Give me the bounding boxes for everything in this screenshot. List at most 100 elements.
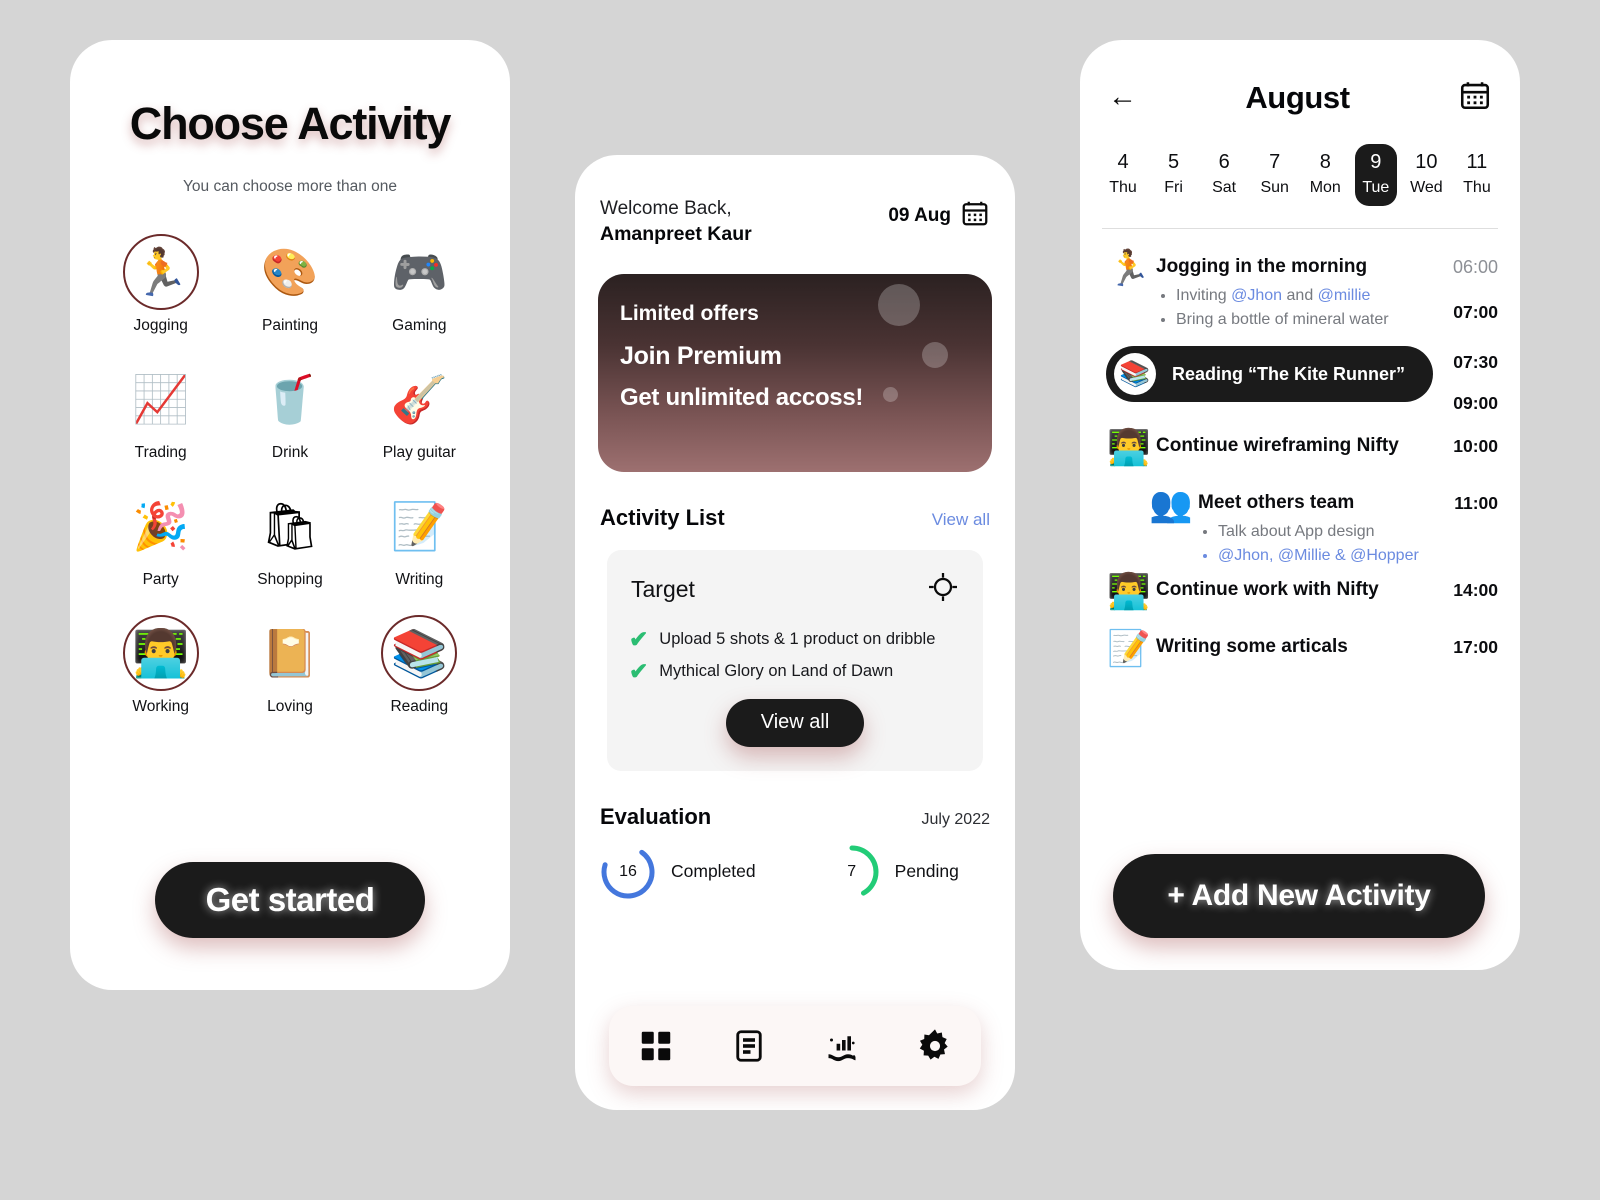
target-item-text: Mythical Glory on Land of Dawn bbox=[659, 661, 894, 680]
jogging-icon: 🏃 bbox=[122, 234, 199, 310]
bottom-navigation-bar bbox=[609, 1006, 981, 1086]
back-arrow-icon[interactable]: ← bbox=[1108, 83, 1137, 112]
schedule-item-title: Meet others team bbox=[1198, 492, 1355, 513]
schedule-detail-line: @Jhon, @Millie & @Hopper bbox=[1218, 544, 1436, 568]
activity-option-drink[interactable]: 🥤 Drink bbox=[225, 361, 354, 462]
date-cell-7[interactable]: 7 Sun bbox=[1254, 144, 1296, 206]
target-item: ✔ Upload 5 shots & 1 product on dribble bbox=[629, 627, 961, 651]
date-display[interactable]: 09 Aug bbox=[888, 195, 990, 233]
date-cell-10[interactable]: 10 Wed bbox=[1405, 144, 1447, 206]
activity-option-gaming[interactable]: 🎮 Gaming bbox=[355, 234, 484, 335]
date-cell-4[interactable]: 4 Thu bbox=[1102, 144, 1144, 206]
activity-option-label: Loving bbox=[267, 698, 313, 715]
gear-icon[interactable] bbox=[912, 1023, 958, 1069]
activity-option-working[interactable]: 👨‍💻 Working bbox=[96, 615, 225, 716]
schedule-item-details: Inviting @Jhon and @millieBring a bottle… bbox=[1156, 284, 1436, 332]
play-guitar-icon: 🎸 bbox=[390, 373, 448, 425]
page-title: Choose Activity bbox=[129, 98, 452, 149]
target-item-text: Upload 5 shots & 1 product on dribble bbox=[659, 629, 936, 648]
activity-option-label: Drink bbox=[271, 444, 309, 461]
activity-list-view-all-link[interactable]: View all bbox=[932, 510, 990, 530]
activity-option-label: Gaming bbox=[392, 317, 447, 334]
date-number: 4 bbox=[1117, 151, 1129, 173]
get-started-button[interactable]: Get started bbox=[155, 862, 425, 938]
weekday-name: Sun bbox=[1260, 179, 1289, 196]
date-number: 9 bbox=[1370, 151, 1382, 173]
date-number: 7 bbox=[1269, 151, 1281, 173]
schedule-item-title: Continue wireframing Nifty bbox=[1156, 435, 1399, 456]
home-header: Welcome Back, Amanpreet Kaur 09 Aug bbox=[600, 195, 990, 246]
activity-option-jogging[interactable]: 🏃 Jogging bbox=[96, 234, 225, 335]
weekday-name: Fri bbox=[1164, 179, 1183, 196]
schedule-item[interactable]: 📝 Writing some articals 17:00 bbox=[1102, 631, 1498, 666]
date-cell-6[interactable]: 6 Sat bbox=[1203, 144, 1245, 206]
activity-option-shopping[interactable]: 🛍 Shopping bbox=[225, 488, 354, 589]
schedule-item[interactable]: 👨‍💻 Continue work with Nifty 14:00 bbox=[1102, 574, 1498, 609]
party-icon: 🎉 bbox=[132, 500, 190, 552]
date-cell-8[interactable]: 8 Mon bbox=[1304, 144, 1346, 206]
activity-option-label: Party bbox=[142, 571, 179, 588]
activity-option-party[interactable]: 🎉 Party bbox=[96, 488, 225, 589]
mention[interactable]: @millie bbox=[1318, 287, 1371, 304]
activity-option-reading[interactable]: 📚 Reading bbox=[355, 615, 484, 716]
activity-option-painting[interactable]: 🎨 Painting bbox=[225, 234, 354, 335]
date-cell-9[interactable]: 9 Tue bbox=[1354, 144, 1397, 206]
page-subtitle: You can choose more than one bbox=[182, 178, 397, 195]
calendar-icon[interactable] bbox=[1458, 78, 1492, 117]
schedule-item[interactable]: 👥Meet others team Talk about App design@J… bbox=[1102, 487, 1498, 568]
month-title: August bbox=[1245, 79, 1350, 115]
activity-option-loving[interactable]: 📔 Loving bbox=[225, 615, 354, 716]
document-icon[interactable] bbox=[726, 1023, 772, 1069]
schedule-item-time: 14:00 bbox=[1453, 580, 1498, 600]
evaluation-rings: 16 Completed 7 Pending bbox=[600, 844, 990, 900]
mention[interactable]: @Jhon bbox=[1231, 287, 1282, 304]
pending-progress-ring: 7 bbox=[824, 844, 880, 900]
schedule-item-end-time: 09:00 bbox=[1453, 393, 1498, 413]
weekday-name: Sat bbox=[1212, 179, 1237, 196]
schedule-detail-line: Inviting @Jhon and @millie bbox=[1176, 284, 1436, 308]
reading-activity-pill[interactable]: 📚 Reading “The Kite Runner” bbox=[1106, 346, 1434, 402]
date-cell-5[interactable]: 5 Fri bbox=[1153, 144, 1195, 206]
schedule-item[interactable]: 🏃Jogging in the morning Inviting @Jhon an… bbox=[1102, 251, 1498, 332]
user-name: Amanpreet Kaur bbox=[600, 222, 752, 245]
target-title: Target bbox=[631, 575, 695, 602]
decorative-bubble bbox=[922, 341, 948, 368]
loving-icon: 📔 bbox=[261, 627, 319, 679]
schedule-item-icon: 👨‍💻 bbox=[1107, 572, 1151, 611]
promo-line-3: Get unlimited accoss! bbox=[620, 383, 864, 411]
decorative-bubble bbox=[878, 283, 920, 326]
target-item: ✔ Mythical Glory on Land of Dawn bbox=[629, 659, 961, 683]
schedule-item-time: 06:00 bbox=[1452, 257, 1498, 277]
schedule-item-title: Writing some articals bbox=[1156, 636, 1348, 657]
grid-icon[interactable] bbox=[633, 1023, 679, 1069]
schedule-item[interactable]: 👨‍💻 Continue wireframing Nifty 10:00 bbox=[1102, 430, 1498, 465]
evaluation-pending: 7 Pending bbox=[824, 844, 959, 900]
activity-option-writing[interactable]: 📝 Writing bbox=[355, 488, 484, 589]
schedule-item-title: Continue work with Nifty bbox=[1156, 579, 1379, 600]
activity-option-play-guitar[interactable]: 🎸 Play guitar bbox=[355, 361, 484, 462]
activity-option-label: Play guitar bbox=[382, 444, 456, 461]
section-title-activity-list: Activity List bbox=[600, 504, 725, 530]
premium-promo-banner[interactable]: Limited offers Join Premium Get unlimite… bbox=[598, 273, 992, 472]
reading-icon: 📚 bbox=[381, 615, 458, 691]
trading-icon: 📈 bbox=[132, 373, 190, 425]
target-view-all-button[interactable]: View all bbox=[726, 698, 864, 747]
date-number: 8 bbox=[1319, 151, 1331, 173]
schedule-item[interactable]: 📚 Reading “The Kite Runner” 07:30 09:00 bbox=[1102, 346, 1498, 414]
app-showcase: Choose Activity You can choose more than… bbox=[0, 0, 1600, 1200]
add-new-activity-button[interactable]: + Add New Activity bbox=[1113, 854, 1485, 938]
promo-line-1: Limited offers bbox=[620, 301, 759, 325]
schedule-item-time: 11:00 bbox=[1454, 493, 1498, 513]
completed-count: 16 bbox=[619, 862, 637, 880]
weekday-name: Thu bbox=[1109, 179, 1137, 196]
target-icon bbox=[927, 571, 959, 608]
activity-option-label: Shopping bbox=[257, 571, 323, 588]
activity-option-label: Writing bbox=[395, 571, 444, 588]
schedule-item-time: 17:00 bbox=[1453, 637, 1498, 657]
calendar-icon[interactable] bbox=[960, 198, 990, 233]
chart-icon[interactable] bbox=[819, 1023, 865, 1069]
activity-option-trading[interactable]: 📈 Trading bbox=[96, 361, 225, 462]
date-cell-11[interactable]: 11 Thu bbox=[1456, 144, 1498, 206]
activity-list-header: Activity List View all bbox=[600, 505, 990, 531]
date-strip: 4 Thu 5 Fri 6 Sat 7 Sun 8 Mon 9 Tue 10 Wed 11 Thu bbox=[1080, 117, 1520, 206]
